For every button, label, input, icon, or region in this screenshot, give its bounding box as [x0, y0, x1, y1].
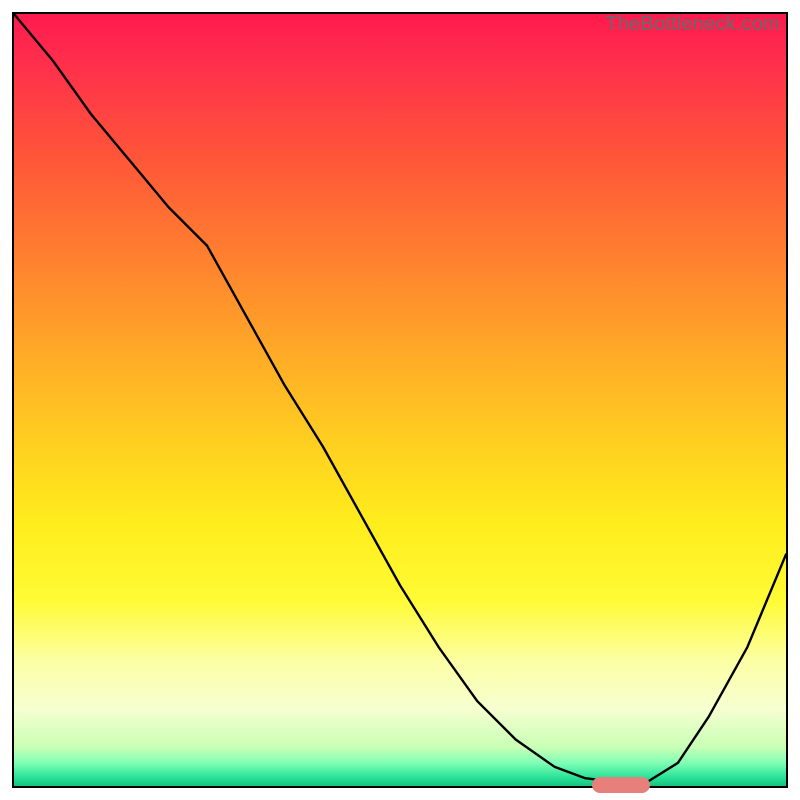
bottleneck-curve: [14, 14, 786, 782]
chart-frame: TheBottleneck.com: [12, 12, 788, 788]
optimal-point-marker: [592, 777, 650, 793]
plot-svg: [14, 14, 786, 786]
